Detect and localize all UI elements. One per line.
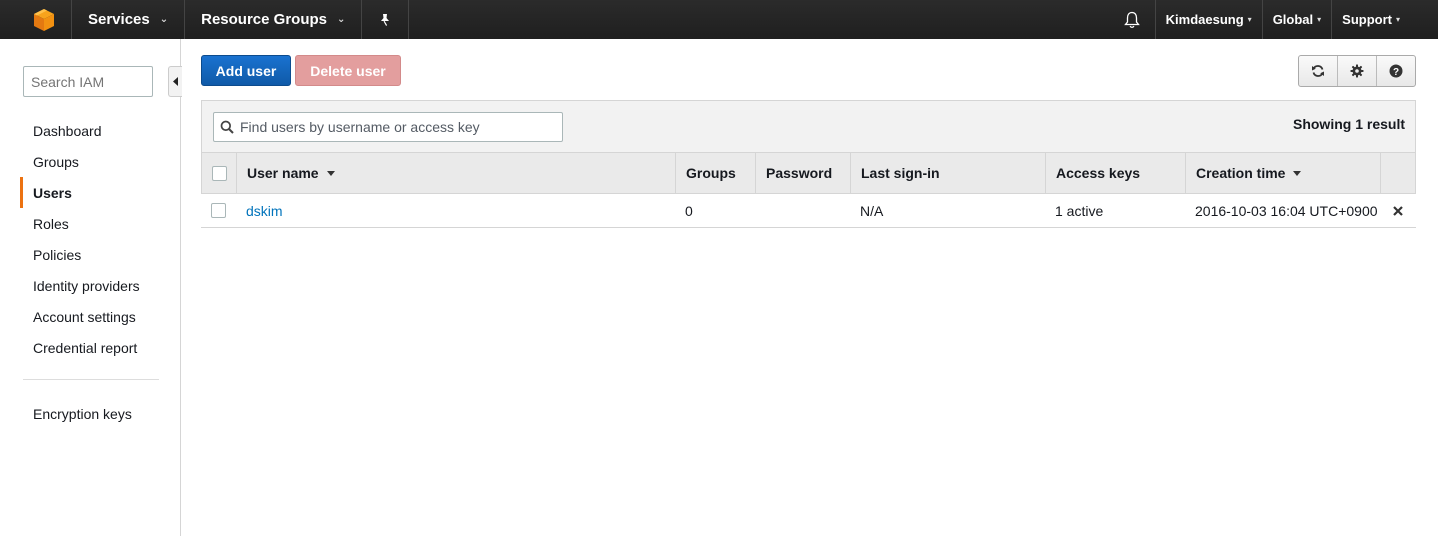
table-filter-bar: Find users by username or access key Sho… xyxy=(201,100,1416,152)
resource-groups-label: Resource Groups xyxy=(201,11,327,28)
refresh-icon xyxy=(1312,65,1324,77)
sidebar-item-label: Dashboard xyxy=(33,122,102,139)
help-icon: ? xyxy=(1389,64,1403,78)
sidebar-item-groups[interactable]: Groups xyxy=(20,146,181,177)
table-actions: ? xyxy=(1298,55,1416,87)
account-label: Kimdaesung xyxy=(1165,12,1244,27)
sidebar-item-label: Policies xyxy=(33,246,82,263)
column-header-last-sign-in[interactable]: Last sign-in xyxy=(851,153,1046,193)
sidebar-collapse-button[interactable] xyxy=(168,66,182,97)
cell-last-sign-in: N/A xyxy=(860,202,884,219)
sidebar-item-identity-providers[interactable]: Identity providers xyxy=(20,270,181,301)
search-iam-input[interactable] xyxy=(23,66,153,97)
column-header-access-keys[interactable]: Access keys xyxy=(1046,153,1186,193)
sidebar-divider xyxy=(23,379,159,380)
services-menu[interactable]: Services ⌄ xyxy=(72,0,184,39)
delete-user-label: Delete user xyxy=(310,62,386,79)
column-label: Password xyxy=(766,165,833,181)
column-header-password[interactable]: Password xyxy=(756,153,851,193)
cell-user-name: dskim xyxy=(236,194,675,227)
sidebar-item-credential-report[interactable]: Credential report xyxy=(20,332,181,363)
select-all-checkbox[interactable] xyxy=(211,165,227,181)
caret-left-icon xyxy=(172,77,178,86)
pin-icon[interactable] xyxy=(362,0,408,39)
sidebar-item-label: Users xyxy=(33,184,72,201)
row-checkbox[interactable] xyxy=(211,203,226,218)
find-users-input[interactable]: Find users by username or access key xyxy=(213,112,563,142)
close-icon xyxy=(1393,205,1403,216)
chevron-down-icon: ⌄ xyxy=(337,14,346,25)
column-header-user-name[interactable]: User name xyxy=(237,153,676,193)
top-navigation-bar: Services ⌄ Resource Groups ⌄ Kimdaesung … xyxy=(0,0,1438,39)
search-icon xyxy=(220,120,234,134)
refresh-button[interactable] xyxy=(1299,56,1338,86)
row-select[interactable] xyxy=(201,194,236,227)
chevron-down-icon: ▾ xyxy=(1395,15,1400,24)
sidebar-item-label: Account settings xyxy=(33,308,136,325)
chevron-down-icon: ⌄ xyxy=(159,14,169,25)
header-select-all[interactable] xyxy=(202,153,237,193)
users-table: Find users by username or access key Sho… xyxy=(201,100,1416,228)
sidebar-item-policies[interactable]: Policies xyxy=(20,239,181,270)
sort-descending-icon xyxy=(1293,170,1302,176)
top-right-menus: Kimdaesung ▾ Global ▾ Support ▾ xyxy=(1112,0,1410,39)
gear-icon xyxy=(1350,64,1364,78)
column-label: User name xyxy=(247,165,319,181)
help-button[interactable]: ? xyxy=(1377,56,1415,86)
support-label: Support xyxy=(1342,12,1392,27)
delete-user-button[interactable]: Delete user xyxy=(295,55,401,86)
user-name-link[interactable]: dskim xyxy=(246,203,283,219)
sidebar: Dashboard Groups Users Roles Policies Id… xyxy=(0,39,182,536)
result-count: Showing 1 result xyxy=(1292,116,1405,132)
column-label: Groups xyxy=(686,165,736,181)
sidebar-encryption-section: Encryption keys xyxy=(23,398,173,429)
add-user-button[interactable]: Add user xyxy=(201,55,291,86)
svg-text:?: ? xyxy=(1393,67,1399,78)
column-header-creation-time[interactable]: Creation time xyxy=(1186,153,1381,193)
settings-button[interactable] xyxy=(1338,56,1377,86)
sort-descending-icon xyxy=(326,170,335,176)
chevron-down-icon: ▾ xyxy=(1317,15,1322,24)
cell-creation-time: 2016-10-03 16:04 UTC+0900 xyxy=(1195,202,1378,219)
sidebar-item-account-settings[interactable]: Account settings xyxy=(20,301,181,332)
find-users-placeholder: Find users by username or access key xyxy=(240,119,480,135)
chevron-down-icon: ▾ xyxy=(1247,15,1252,24)
column-label: Access keys xyxy=(1056,165,1141,181)
sidebar-item-label: Identity providers xyxy=(33,277,140,294)
region-menu[interactable]: Global ▾ xyxy=(1263,0,1331,39)
add-user-label: Add user xyxy=(215,62,277,79)
column-label: Last sign-in xyxy=(861,165,940,181)
sidebar-item-users[interactable]: Users xyxy=(20,177,181,208)
table-header: User name Groups Password Last sign-in A… xyxy=(201,152,1416,194)
resource-groups-menu[interactable]: Resource Groups ⌄ xyxy=(185,0,361,39)
table-row: dskim 0 N/A 1 active 2016-10-03 16:04 UT… xyxy=(201,194,1416,228)
sidebar-nav: Dashboard Groups Users Roles Policies Id… xyxy=(20,115,181,363)
column-header-groups[interactable]: Groups xyxy=(676,153,756,193)
account-menu[interactable]: Kimdaesung ▾ xyxy=(1156,0,1262,39)
nav-divider xyxy=(408,0,410,39)
aws-cube-icon[interactable] xyxy=(29,0,59,39)
sidebar-item-roles[interactable]: Roles xyxy=(20,208,181,239)
sidebar-item-label: Encryption keys xyxy=(33,405,132,422)
sidebar-item-label: Groups xyxy=(33,153,79,170)
column-label: Creation time xyxy=(1196,165,1286,181)
support-menu[interactable]: Support ▾ xyxy=(1332,0,1410,39)
cell-password xyxy=(755,194,850,227)
column-header-actions xyxy=(1381,153,1417,193)
sidebar-item-label: Credential report xyxy=(33,339,138,356)
cell-access-keys: 1 active xyxy=(1055,202,1104,219)
region-label: Global xyxy=(1272,12,1314,27)
sidebar-item-dashboard[interactable]: Dashboard xyxy=(20,115,181,146)
sidebar-item-label: Roles xyxy=(33,215,69,232)
sidebar-item-encryption-keys[interactable]: Encryption keys xyxy=(20,398,173,429)
services-label: Services xyxy=(88,11,150,28)
bell-icon[interactable] xyxy=(1112,0,1152,39)
cell-groups: 0 xyxy=(685,202,693,219)
remove-row-button[interactable] xyxy=(1380,194,1416,227)
